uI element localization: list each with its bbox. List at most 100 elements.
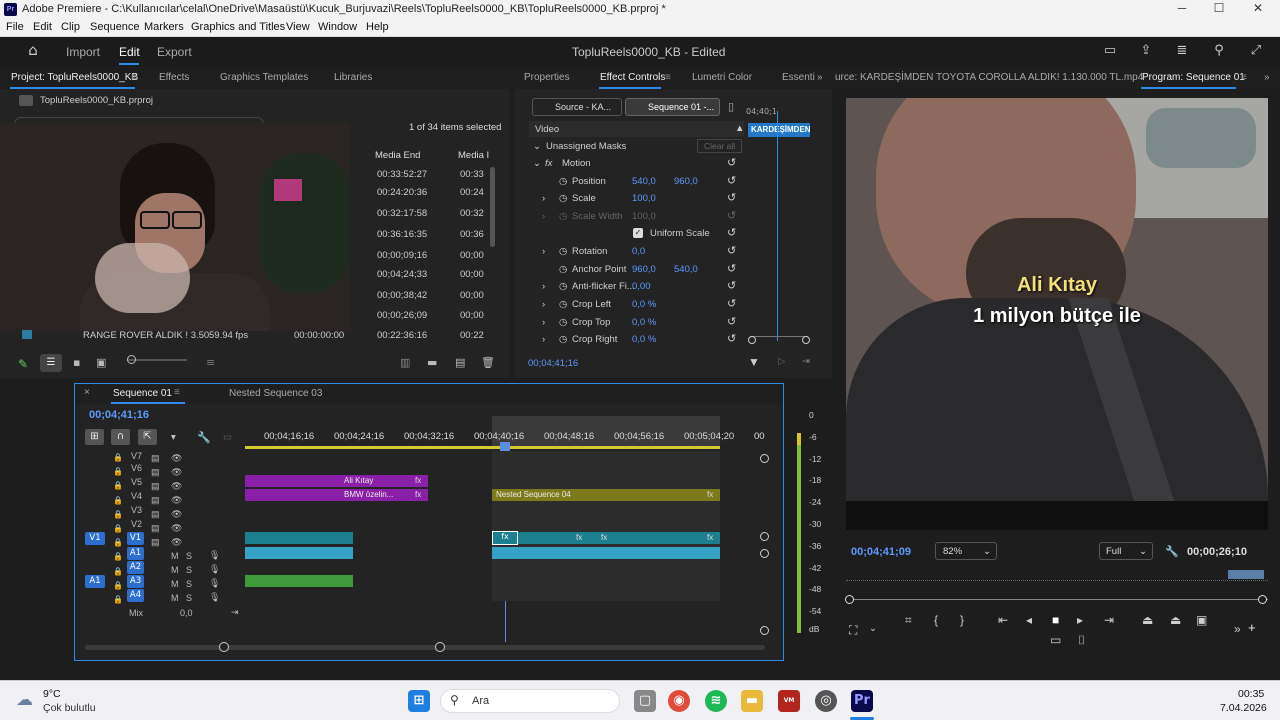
timeline-scroll-handle[interactable] bbox=[435, 642, 445, 652]
timeline-settings-icon[interactable]: 🔧 bbox=[197, 431, 211, 444]
mark-in-icon[interactable]: { bbox=[934, 613, 938, 627]
weather-icon[interactable]: ☁ bbox=[16, 690, 33, 710]
zoom-dropdown[interactable]: 82% ⌄ bbox=[935, 542, 997, 560]
stopwatch-icon[interactable]: ◷ bbox=[559, 264, 567, 275]
track-label-a1[interactable]: A1 bbox=[127, 547, 144, 560]
expand-arrow-icon[interactable]: ⌄ bbox=[533, 141, 541, 152]
lock-icon-column[interactable]: 🔒 🔒 🔒 🔒 🔒 🔒 🔒 🔒 🔒 🔒 🔒 bbox=[113, 451, 123, 607]
stopwatch-icon[interactable]: ◷ bbox=[559, 193, 567, 204]
tab-menu-icon[interactable]: ≡ bbox=[131, 72, 137, 83]
clear-all-button[interactable]: Clear all bbox=[697, 139, 743, 153]
extract-icon[interactable]: ⏏ bbox=[1170, 613, 1181, 627]
mix-value[interactable]: 0,0 bbox=[180, 608, 193, 618]
ec-zoom-handle[interactable] bbox=[802, 336, 810, 344]
reset-icon[interactable]: ↺ bbox=[727, 156, 736, 169]
trash-icon[interactable]: 🗑 bbox=[481, 356, 495, 369]
monitor-ruler[interactable] bbox=[846, 571, 1268, 581]
maximize-button[interactable]: ☐ bbox=[1204, 1, 1234, 18]
mini-timeline-clip[interactable]: KARDEŞİMDEN bbox=[748, 123, 810, 137]
tab-libraries[interactable]: Libraries bbox=[334, 72, 372, 83]
reset-icon[interactable]: ↺ bbox=[727, 209, 736, 222]
track-label-v1[interactable]: V1 bbox=[127, 532, 144, 545]
panel-toggle-icon[interactable]: ▯ bbox=[728, 100, 734, 113]
expand-icon[interactable]: › bbox=[542, 317, 545, 328]
clock-date[interactable]: 7.04.2026 bbox=[1220, 702, 1267, 714]
icon-view-icon[interactable]: ▪ bbox=[73, 356, 80, 369]
pencil-icon[interactable]: ✎ bbox=[18, 357, 30, 371]
reset-icon[interactable]: ↺ bbox=[727, 244, 736, 257]
fullscreen-icon[interactable]: ⤢ bbox=[1249, 44, 1263, 58]
expand-icon[interactable]: › bbox=[542, 211, 545, 222]
program-timecode[interactable]: 00;04;41;09 bbox=[851, 546, 911, 558]
close-tab-icon[interactable]: × bbox=[84, 387, 90, 398]
track-label-a3[interactable]: A3 bbox=[127, 575, 144, 588]
tab-source[interactable]: urce: KARDEŞİMDEN TOYOTA COROLLA ALDIK! … bbox=[835, 72, 1143, 83]
chevron-down-icon[interactable]: ⌄ bbox=[869, 623, 877, 634]
sequence-button[interactable]: Sequence 01 -... bbox=[625, 98, 720, 116]
step-forward-icon[interactable]: ▸ bbox=[1077, 613, 1083, 627]
crop-right-value[interactable]: 0,0 % bbox=[632, 334, 656, 345]
safe-margins-icon[interactable]: ⛶ bbox=[849, 623, 857, 638]
track-scroll-handle[interactable] bbox=[760, 626, 769, 635]
timeline-tab-menu-icon[interactable]: ≡ bbox=[174, 387, 180, 398]
reset-icon[interactable]: ↺ bbox=[727, 279, 736, 292]
collapse-icon[interactable]: ▲ bbox=[735, 123, 744, 134]
menu-file[interactable]: File bbox=[6, 21, 24, 33]
windows-start-icon[interactable]: ⊞ bbox=[408, 690, 430, 712]
position-y[interactable]: 960,0 bbox=[674, 176, 698, 187]
quality-dropdown[interactable]: Full ⌄ bbox=[1099, 542, 1153, 560]
menu-view[interactable]: View bbox=[286, 21, 310, 33]
tab-nested-sequence-03[interactable]: Nested Sequence 03 bbox=[229, 388, 322, 399]
uniform-scale-checkbox[interactable]: ✓ bbox=[633, 228, 643, 238]
new-bin-icon[interactable]: ▬ bbox=[427, 356, 437, 369]
wrench-icon[interactable]: 🔧 bbox=[1165, 545, 1179, 558]
expand-icon[interactable]: › bbox=[542, 246, 545, 257]
stopwatch-icon[interactable]: ◷ bbox=[559, 299, 567, 310]
mark-out-icon[interactable]: } bbox=[960, 613, 964, 627]
reset-icon[interactable]: ↺ bbox=[727, 297, 736, 310]
toggle-sync-icon-column[interactable]: ▤ ▤ ▤ ▤ ▤ ▤ ▤ bbox=[151, 451, 160, 549]
stopwatch-icon[interactable]: ◷ bbox=[559, 334, 567, 345]
anchor-x[interactable]: 960,0 bbox=[632, 264, 656, 275]
mix-end-icon[interactable]: ⇥ bbox=[231, 607, 239, 618]
home-icon[interactable]: ⌂ bbox=[26, 43, 40, 58]
clock-time[interactable]: 00:35 bbox=[1238, 688, 1264, 700]
stopwatch-icon[interactable]: ◷ bbox=[559, 281, 567, 292]
ec-zoom-handle[interactable] bbox=[748, 336, 756, 344]
step-back-icon[interactable]: ◂ bbox=[1026, 613, 1032, 627]
menu-graphics[interactable]: Graphics and Titles bbox=[191, 21, 285, 33]
minimize-button[interactable]: ─ bbox=[1167, 1, 1197, 18]
stopwatch-icon[interactable]: ◷ bbox=[559, 211, 567, 222]
more-controls-icon[interactable]: » bbox=[1234, 622, 1241, 636]
stopwatch-icon[interactable]: ◷ bbox=[559, 246, 567, 257]
search-icon[interactable]: ⚲ bbox=[1212, 44, 1226, 58]
col-media-d[interactable]: Media I bbox=[458, 150, 489, 161]
compare-icon[interactable]: ▣ bbox=[1196, 613, 1207, 627]
antiflicker-value[interactable]: 0,00 bbox=[632, 281, 651, 292]
col-media-end[interactable]: Media End bbox=[375, 150, 420, 161]
menu-sequence[interactable]: Sequence bbox=[90, 21, 140, 33]
tab-program[interactable]: Program: Sequence 01 bbox=[1142, 72, 1245, 83]
new-item-icon[interactable]: ▤ bbox=[455, 356, 465, 369]
marker-icon[interactable]: ⌗ bbox=[905, 613, 912, 628]
eye-icon-column[interactable]: 👁 👁 👁 👁 👁 👁 👁 bbox=[171, 451, 182, 549]
tab-sequence-01[interactable]: Sequence 01 bbox=[113, 388, 172, 399]
obs-icon[interactable]: ◎ bbox=[815, 690, 837, 712]
zoom-slider-handle[interactable] bbox=[127, 355, 136, 364]
mic-icon-column[interactable]: 🎙 🎙 🎙 🎙 bbox=[209, 548, 220, 604]
monitor-scroll-handle[interactable] bbox=[1258, 595, 1267, 604]
automate-icon[interactable]: ▥ bbox=[400, 356, 410, 369]
tab-properties[interactable]: Properties bbox=[524, 72, 570, 83]
mute-solo-column[interactable]: M SM SM SM S bbox=[171, 549, 192, 605]
source-a1-button[interactable]: A1 bbox=[85, 575, 105, 588]
track-label-a4[interactable]: A4 bbox=[127, 589, 144, 602]
add-marker-icon[interactable]: ▾ bbox=[171, 432, 176, 443]
timeline-scrollbar[interactable] bbox=[85, 645, 765, 650]
share-icon[interactable]: ⇪ bbox=[1139, 44, 1153, 58]
more-tabs-icon[interactable]: » bbox=[817, 72, 823, 83]
linked-selection-icon[interactable]: ⇱ bbox=[138, 429, 157, 445]
position-x[interactable]: 540,0 bbox=[632, 176, 656, 187]
timeline-scroll-handle[interactable] bbox=[219, 642, 229, 652]
track-label-a2[interactable]: A2 bbox=[127, 561, 144, 574]
snap-icon[interactable]: ∩ bbox=[111, 429, 130, 445]
